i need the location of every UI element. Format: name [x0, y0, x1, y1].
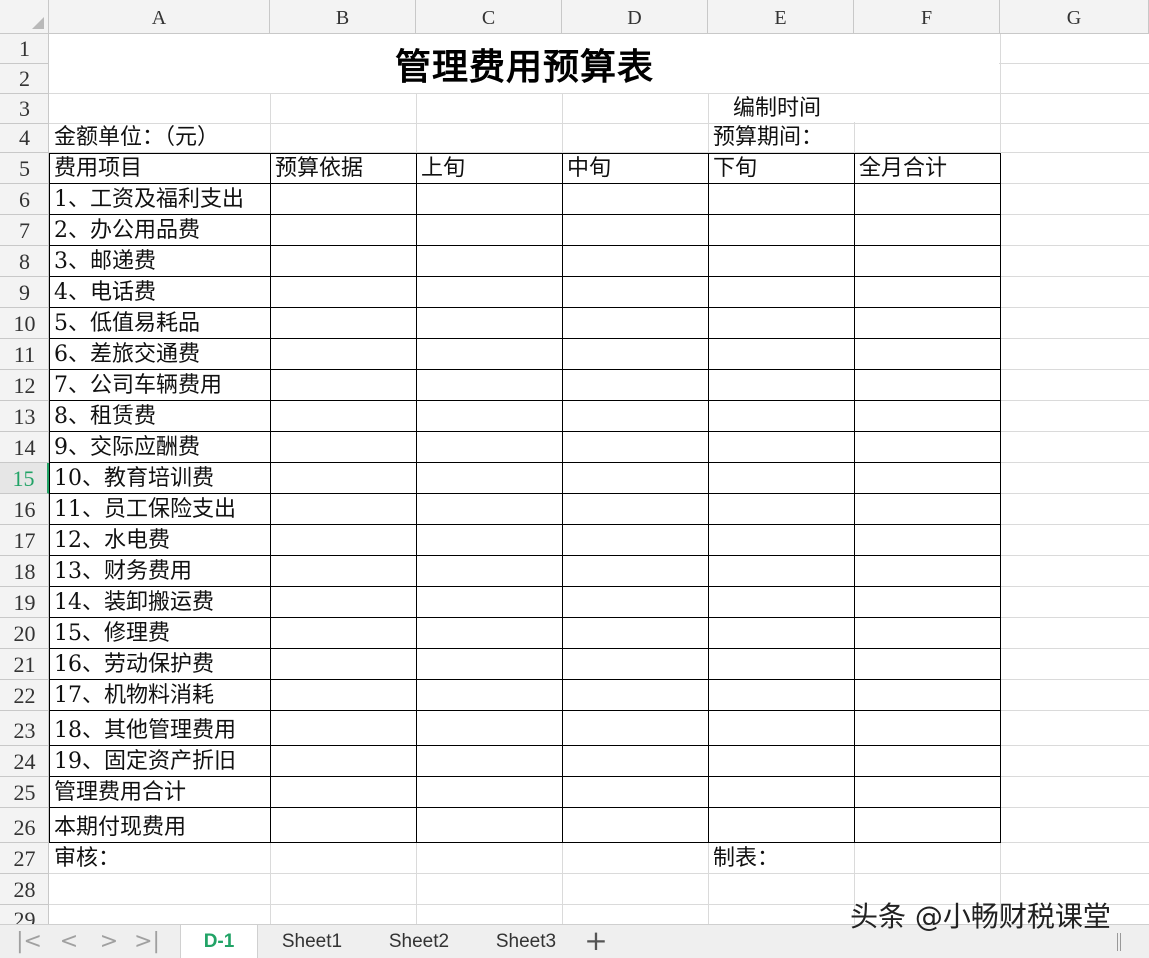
- row-header-22[interactable]: 22: [0, 680, 49, 711]
- row-header-19[interactable]: 19: [0, 587, 49, 618]
- budget-period-label: 预算期间：: [713, 125, 824, 150]
- expense-item-17: 17、机物料消耗: [54, 683, 214, 708]
- expense-item-11: 11、员工保险支出: [54, 497, 236, 522]
- select-all-corner[interactable]: [0, 0, 49, 34]
- column-header-b[interactable]: B: [270, 0, 416, 34]
- row-header-21[interactable]: 21: [0, 649, 49, 680]
- expense-item-7: 7、公司车辆费用: [54, 373, 222, 398]
- sheet-tab-sheet2[interactable]: Sheet2: [377, 925, 461, 958]
- sheet-tab-sheet3[interactable]: Sheet3: [484, 925, 568, 958]
- row-header-14[interactable]: 14: [0, 432, 49, 463]
- header-2: 预算依据: [275, 156, 364, 181]
- header-5: 下旬: [713, 156, 758, 181]
- compile-time-label: 编制时间: [733, 96, 822, 121]
- table-border: [416, 153, 417, 843]
- select-all-icon: [32, 17, 44, 29]
- watermark: 头条 @小畅财税课堂: [850, 900, 1111, 933]
- table-border: [1000, 153, 1001, 843]
- row-header-2[interactable]: 2: [0, 64, 49, 94]
- row-header-25[interactable]: 25: [0, 777, 49, 808]
- row-header-18[interactable]: 18: [0, 556, 49, 587]
- row-header-4[interactable]: 4: [0, 124, 49, 153]
- sheet-tab-d-1[interactable]: D-1: [180, 925, 258, 958]
- preparer-label: 制表：: [713, 846, 780, 871]
- scrollbar-grip-icon[interactable]: [1117, 933, 1121, 951]
- row-header-1[interactable]: 1: [0, 34, 49, 64]
- row-header-bar: 1 2 3 4 5 6 7 8 9 10 11 12 13 14 15 16 17 18 19 20 21 22 23 24 2…: [0, 34, 49, 924]
- table-border: [562, 153, 563, 843]
- expense-item-16: 16、劳动保护费: [54, 652, 214, 677]
- expense-item-20: 管理费用合计: [54, 780, 187, 805]
- row-header-23[interactable]: 23: [0, 711, 49, 746]
- expense-item-19: 19、固定资产折旧: [54, 749, 236, 774]
- expense-item-14: 14、装卸搬运费: [54, 590, 214, 615]
- expense-item-3: 3、邮递费: [54, 249, 156, 274]
- row-header-12[interactable]: 12: [0, 370, 49, 401]
- row-header-15[interactable]: 15: [0, 463, 49, 494]
- expense-item-12: 12、水电费: [54, 528, 170, 553]
- row-header-5[interactable]: 5: [0, 153, 49, 184]
- row-header-8[interactable]: 8: [0, 246, 49, 277]
- row-header-28[interactable]: 28: [0, 874, 49, 905]
- row-header-11[interactable]: 11: [0, 339, 49, 370]
- column-header-f[interactable]: F: [854, 0, 1000, 34]
- expense-item-13: 13、财务费用: [54, 559, 192, 584]
- expense-item-4: 4、电话费: [54, 280, 156, 305]
- last-sheet-icon[interactable]: >|: [128, 925, 166, 958]
- spreadsheet-area[interactable]: 1 2 3 4 5 6 7 8 9 10 11 12 13 14 15 16 17 18 19 20 21 22 23 24 2…: [0, 0, 1149, 924]
- first-sheet-icon[interactable]: |<: [10, 925, 48, 958]
- expense-item-1: 1、工资及福利支出: [54, 187, 244, 212]
- header-6: 全月合计: [859, 156, 948, 181]
- header-3: 上旬: [421, 156, 466, 181]
- row-header-13[interactable]: 13: [0, 401, 49, 432]
- amount-unit-label: 金额单位：（元）: [54, 125, 220, 150]
- row-header-24[interactable]: 24: [0, 746, 49, 777]
- row-header-6[interactable]: 6: [0, 184, 49, 215]
- page-title: 管理费用预算表: [394, 46, 654, 88]
- row-header-27[interactable]: 27: [0, 843, 49, 874]
- row-header-7[interactable]: 7: [0, 215, 49, 246]
- plus-icon[interactable]: +: [582, 925, 610, 958]
- column-header-d[interactable]: D: [562, 0, 708, 34]
- header-1: 费用项目: [54, 156, 143, 181]
- row-header-20[interactable]: 20: [0, 618, 49, 649]
- cell-grid[interactable]: 管理费用预算表编制时间金额单位：（元） 预算期间： 费用项目 预算依据 上旬 中旬 下旬 全月…: [49, 34, 1149, 924]
- column-header-e[interactable]: E: [708, 0, 854, 34]
- header-4: 中旬: [567, 156, 612, 181]
- column-header-a[interactable]: A: [49, 0, 270, 34]
- column-header-g[interactable]: G: [1000, 0, 1149, 34]
- expense-item-21: 本期付现费用: [54, 815, 187, 840]
- row-header-16[interactable]: 16: [0, 494, 49, 525]
- column-header-c[interactable]: C: [416, 0, 562, 34]
- row-header-10[interactable]: 10: [0, 308, 49, 339]
- row-header-17[interactable]: 17: [0, 525, 49, 556]
- prev-sheet-icon[interactable]: <: [50, 925, 88, 958]
- sheet-tab-sheet1[interactable]: Sheet1: [270, 925, 354, 958]
- row-header-29[interactable]: 29: [0, 905, 49, 924]
- expense-item-6: 6、差旅交通费: [54, 342, 200, 367]
- next-sheet-icon[interactable]: >: [90, 925, 128, 958]
- expense-item-8: 8、租赁费: [54, 404, 156, 429]
- expense-item-15: 15、修理费: [54, 621, 170, 646]
- row-header-3[interactable]: 3: [0, 94, 49, 124]
- expense-item-9: 9、交际应酬费: [54, 435, 200, 460]
- expense-item-18: 18、其他管理费用: [54, 718, 236, 743]
- row-header-9[interactable]: 9: [0, 277, 49, 308]
- reviewer-label: 审核：: [54, 846, 121, 871]
- expense-item-10: 10、教育培训费: [54, 466, 214, 491]
- table-border: [708, 153, 709, 843]
- table-border: [854, 153, 855, 843]
- expense-item-2: 2、办公用品费: [54, 218, 200, 243]
- row-header-26[interactable]: 26: [0, 808, 49, 843]
- expense-item-5: 5、低值易耗品: [54, 311, 200, 336]
